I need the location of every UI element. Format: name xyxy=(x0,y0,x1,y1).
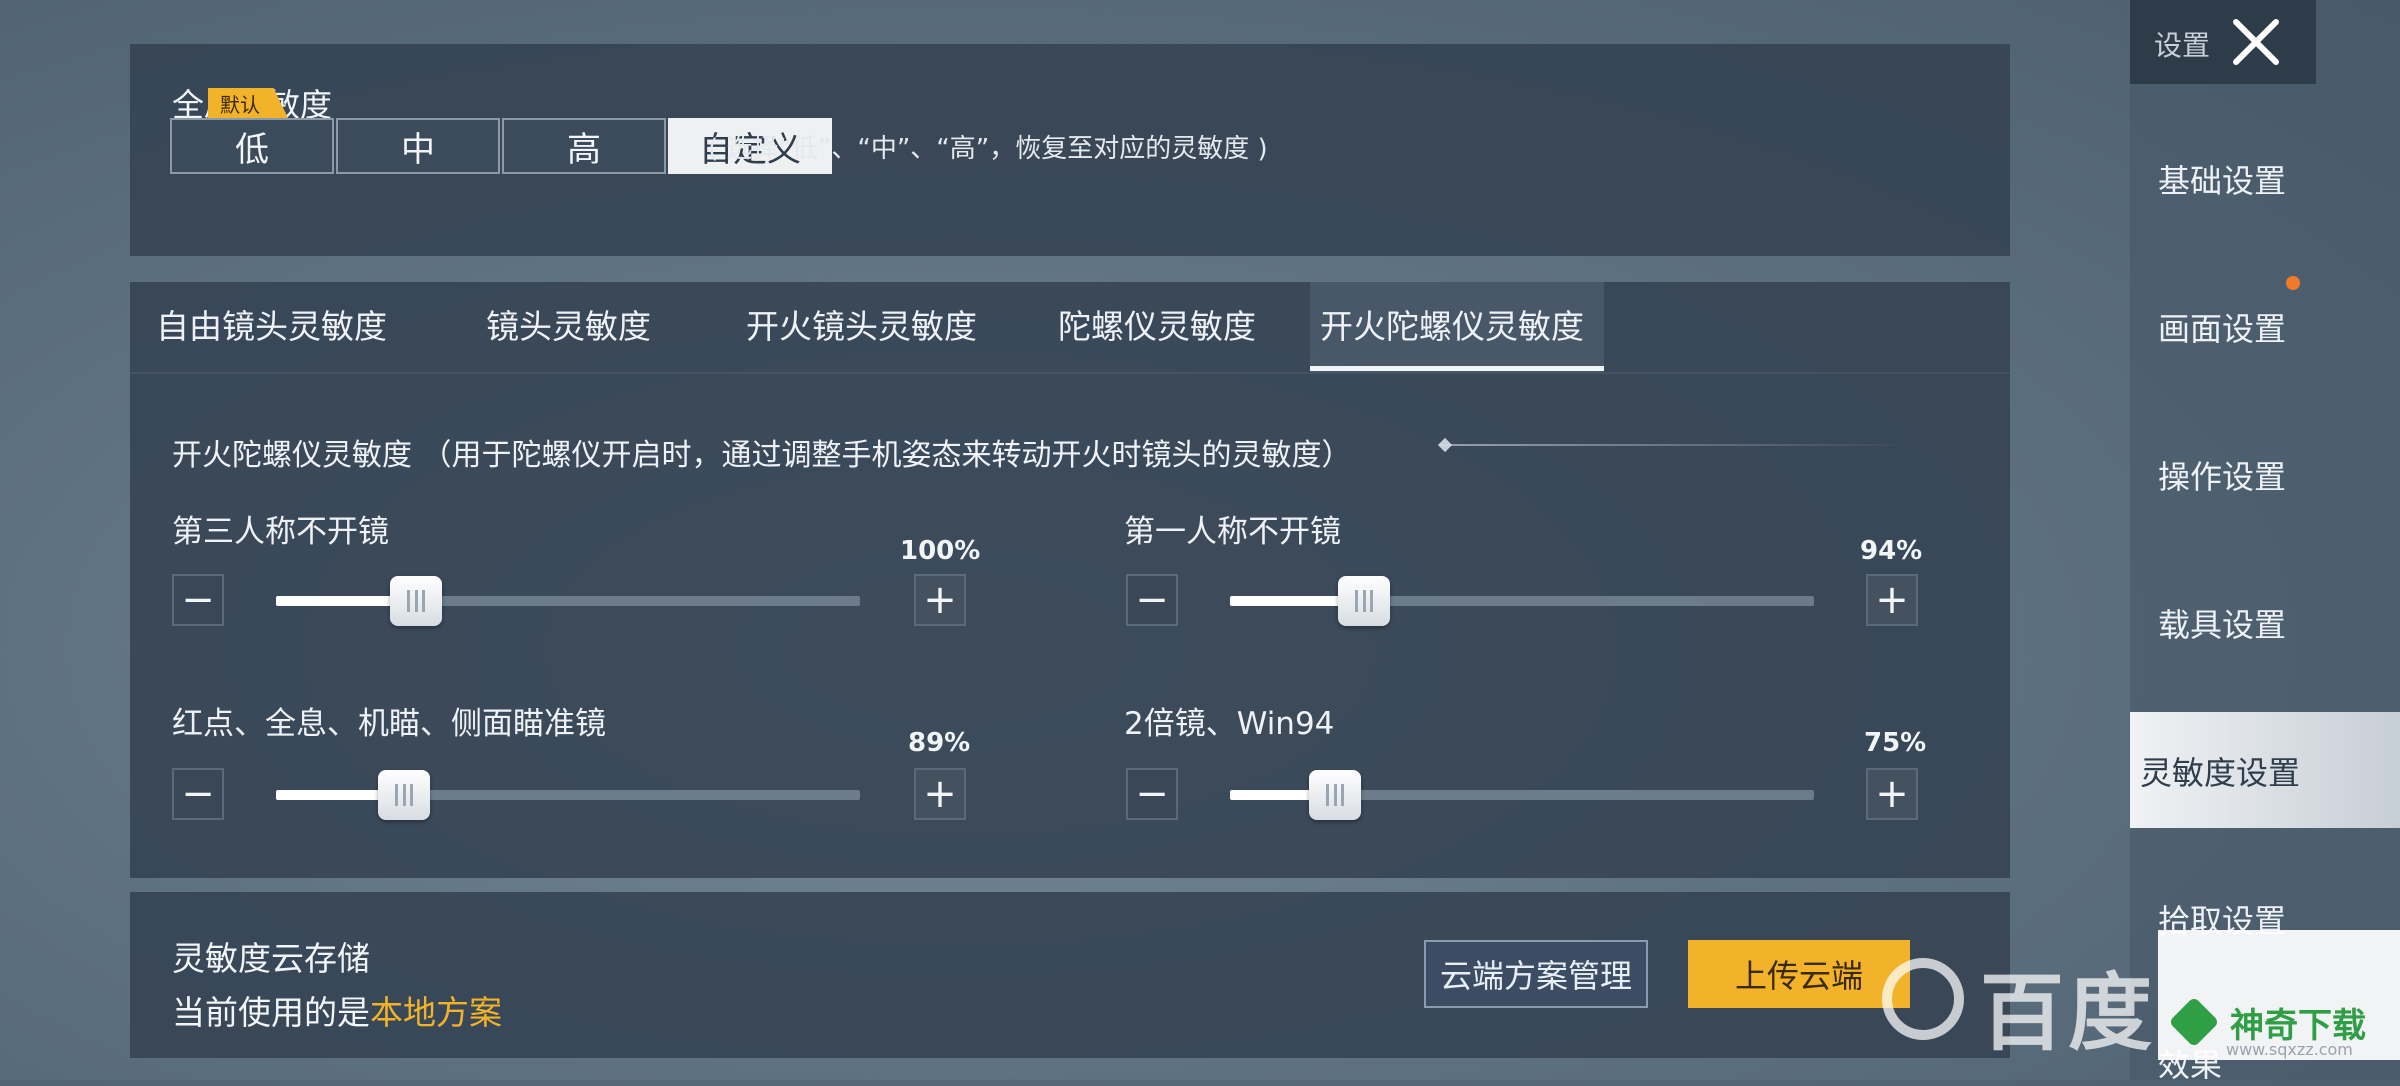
minus-button[interactable]: − xyxy=(172,768,224,820)
slider-thumb[interactable] xyxy=(1309,770,1362,820)
preset-medium-button[interactable]: 中 xyxy=(336,118,500,174)
tab-firing-gyroscope[interactable]: 开火陀螺仪灵敏度 xyxy=(1320,300,1584,348)
active-tab-underline xyxy=(1310,366,1604,371)
cloud-status-prefix: 当前使用的是 xyxy=(172,993,370,1032)
slider-track[interactable] xyxy=(1230,770,1814,820)
cloud-upload-button[interactable]: 上传云端 xyxy=(1688,940,1910,1008)
plus-button[interactable]: + xyxy=(914,768,966,820)
preset-hint: ( 选择“低”、“中”、“高”，恢复至对应的灵敏度 ) xyxy=(708,134,1268,164)
sidebar-item-vehicle[interactable]: 载具设置 xyxy=(2158,600,2286,646)
slider-value-red-dot: 89% xyxy=(908,728,971,758)
preset-low-button[interactable]: 低 xyxy=(170,118,334,174)
slider-label-first-person: 第一人称不开镜 xyxy=(1124,514,1341,550)
plus-button[interactable]: + xyxy=(914,574,966,626)
sidebar-item-graphics[interactable]: 画面设置 xyxy=(2158,304,2286,350)
sidebar-item-controls[interactable]: 操作设置 xyxy=(2158,452,2286,498)
close-icon[interactable] xyxy=(2228,14,2284,70)
slider-value-2x-scope: 75% xyxy=(1864,728,1927,758)
watermark-url: www.sqxzz.com xyxy=(2226,1040,2353,1059)
tab-divider xyxy=(130,372,2010,374)
sidebar-item-basic[interactable]: 基础设置 xyxy=(2158,156,2286,202)
notification-dot xyxy=(2286,276,2300,290)
tab-camera[interactable]: 镜头灵敏度 xyxy=(486,300,651,348)
cloud-status: 当前使用的是本地方案 xyxy=(172,986,502,1034)
slider-label-2x-scope: 2倍镜、Win94 xyxy=(1124,706,1335,742)
tab-free-camera[interactable]: 自由镜头灵敏度 xyxy=(156,300,387,348)
minus-button[interactable]: − xyxy=(172,574,224,626)
slider-thumb[interactable] xyxy=(390,576,443,626)
tab-gyroscope[interactable]: 陀螺仪灵敏度 xyxy=(1058,300,1256,348)
slider-value-first-person: 94% xyxy=(1860,536,1923,566)
baidu-logo-icon xyxy=(1882,958,1964,1040)
section-description: 开火陀螺仪灵敏度 （用于陀螺仪开启时，通过调整手机姿态来转动开火时镜头的灵敏度） xyxy=(172,438,1352,473)
slider-thumb[interactable] xyxy=(1338,576,1391,626)
sidebar-item-sensitivity[interactable]: 灵敏度设置 xyxy=(2140,748,2300,794)
slider-track[interactable] xyxy=(1230,576,1814,626)
slider-track[interactable] xyxy=(276,576,860,626)
slider-track[interactable] xyxy=(276,770,860,820)
tab-firing-camera[interactable]: 开火镜头灵敏度 xyxy=(746,300,977,348)
sidebar-header-title: 设置 xyxy=(2154,29,2211,62)
cloud-storage-title: 灵敏度云存储 xyxy=(172,939,370,978)
preset-high-button[interactable]: 高 xyxy=(502,118,666,174)
plus-button[interactable]: + xyxy=(1866,574,1918,626)
plus-button[interactable]: + xyxy=(1866,768,1918,820)
baidu-watermark: 百度 xyxy=(1980,964,2157,1062)
slider-thumb[interactable] xyxy=(378,770,431,820)
slider-label-red-dot: 红点、全息、机瞄、侧面瞄准镜 xyxy=(172,706,606,742)
cloud-status-value: 本地方案 xyxy=(370,993,502,1032)
cloud-manage-button[interactable]: 云端方案管理 xyxy=(1424,940,1648,1008)
divider-line xyxy=(1440,444,1910,446)
minus-button[interactable]: − xyxy=(1126,768,1178,820)
slider-label-third-person: 第三人称不开镜 xyxy=(172,514,389,550)
minus-button[interactable]: − xyxy=(1126,574,1178,626)
slider-value-third-person: 100% xyxy=(900,536,981,566)
